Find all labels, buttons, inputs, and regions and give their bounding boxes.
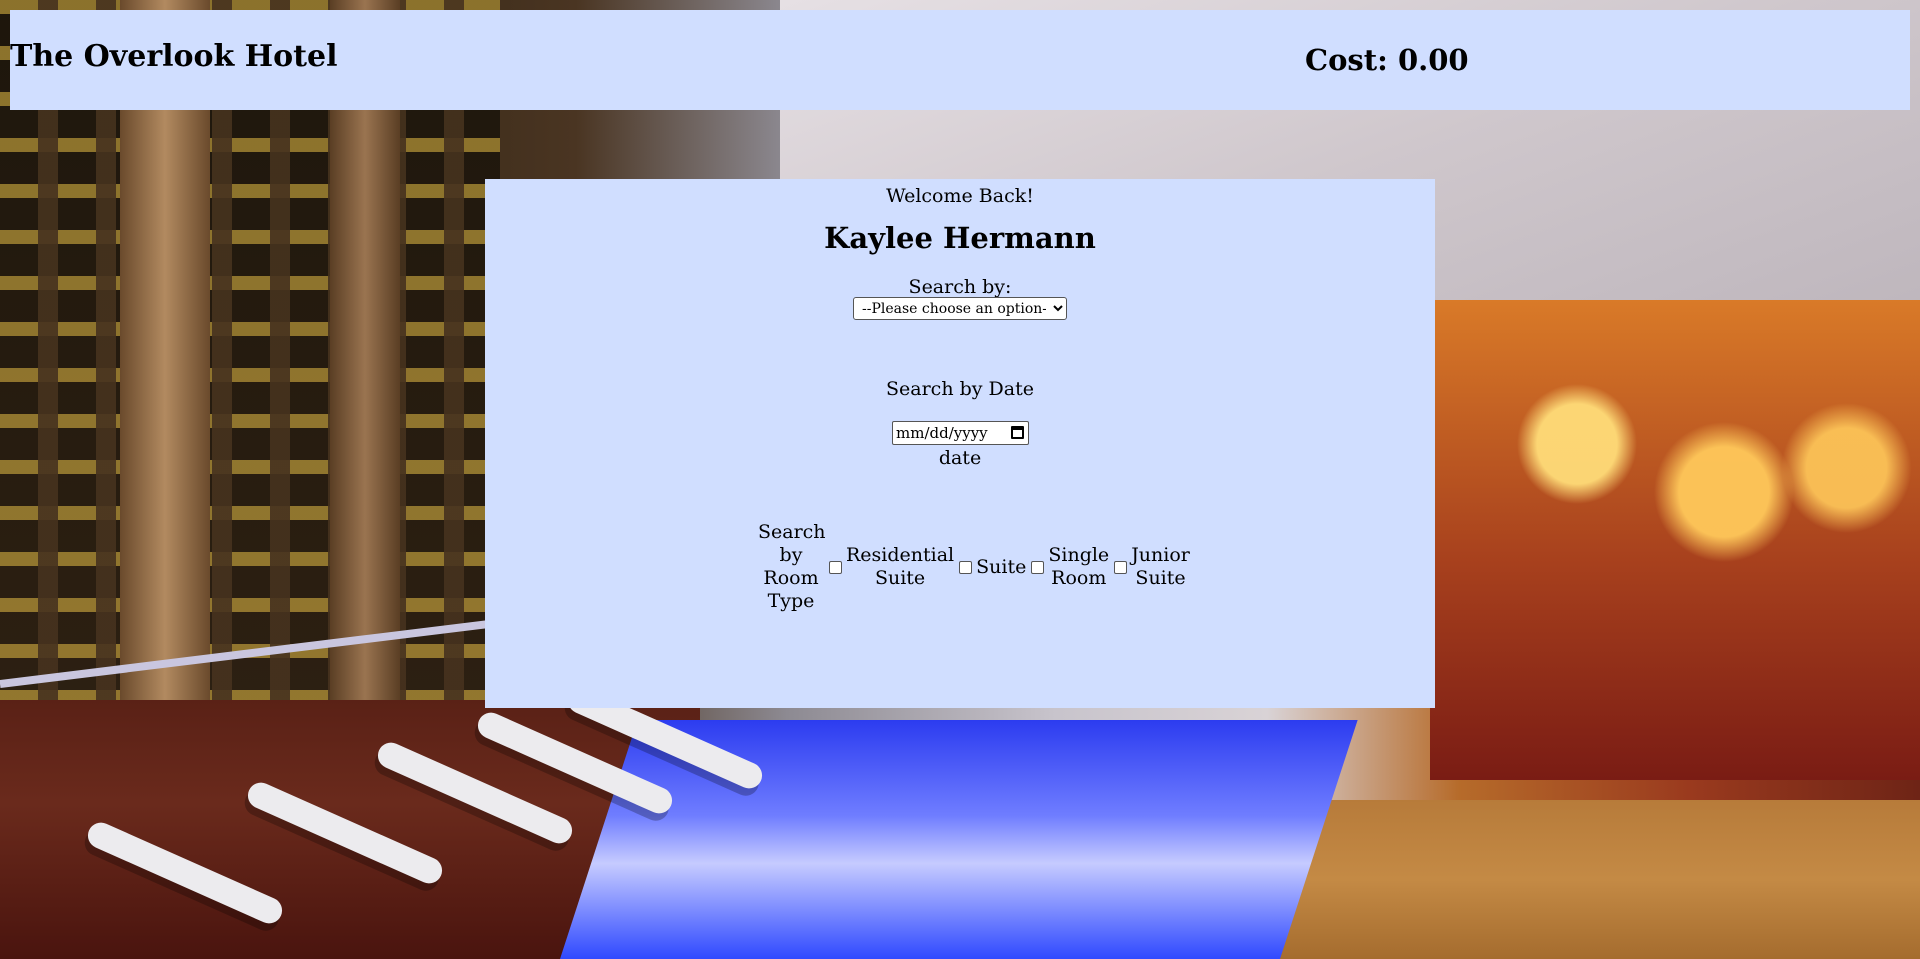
room-type-options: Residential Suite Suite Single Room Junior Sui… [824, 544, 1190, 590]
search-panel: Welcome Back! Kaylee Hermann Search by: … [485, 179, 1435, 708]
date-input[interactable]: mm/dd/yyyy [892, 421, 1029, 445]
room-type-checkbox[interactable] [829, 560, 842, 574]
search-by-label: Search by: [908, 276, 1012, 298]
room-type-checkbox[interactable] [1114, 560, 1128, 574]
search-by-date-heading: Search by Date [886, 378, 1034, 400]
search-by-select[interactable]: --Please choose an option-- [853, 297, 1067, 320]
room-type-label: Junior Suite [1131, 544, 1190, 590]
room-type-label-line: Junior [1131, 544, 1190, 566]
date-input-placeholder: mm/dd/yyyy [896, 424, 988, 442]
room-type-checkbox[interactable] [1031, 560, 1045, 574]
user-name: Kaylee Hermann [824, 221, 1096, 255]
room-type-heading: Search by Room Type [758, 521, 826, 613]
room-type-option[interactable]: Junior Suite [1109, 544, 1190, 590]
room-type-label-line: Single [1048, 544, 1110, 566]
calendar-icon[interactable] [1011, 426, 1024, 439]
site-header: The Overlook Hotel Cost: 0.00 [10, 10, 1910, 110]
room-type-heading-line: by [779, 544, 803, 566]
room-type-heading-line: Type [767, 590, 815, 612]
site-title: The Overlook Hotel [10, 39, 338, 74]
room-type-checkbox[interactable] [959, 560, 973, 574]
room-type-label-line: Suite [874, 567, 926, 589]
date-label: date [938, 447, 982, 469]
room-type-label-line: Residential [846, 544, 955, 566]
room-type-label-line: Room [1051, 567, 1107, 589]
welcome-message: Welcome Back! [886, 185, 1034, 207]
warm-lit-room [1430, 300, 1920, 780]
room-type-option[interactable]: Single Room [1026, 544, 1109, 590]
room-type-label-line: Suite [1135, 567, 1186, 589]
room-type-label: Residential Suite [846, 544, 954, 590]
room-type-label-line: Suite [976, 555, 1027, 578]
room-type-heading-line: Search [758, 521, 826, 543]
room-type-label: Single Room [1048, 544, 1109, 590]
cost-total: Cost: 0.00 [1305, 43, 1469, 77]
room-type-option[interactable]: Residential Suite [824, 544, 954, 590]
room-type-label: Suite [976, 556, 1026, 579]
room-type-option[interactable]: Suite [954, 556, 1026, 579]
room-type-heading-line: Room [763, 567, 819, 589]
room-type-filter: Search by Room Type Residential Suite Suite Si… [758, 521, 1190, 613]
